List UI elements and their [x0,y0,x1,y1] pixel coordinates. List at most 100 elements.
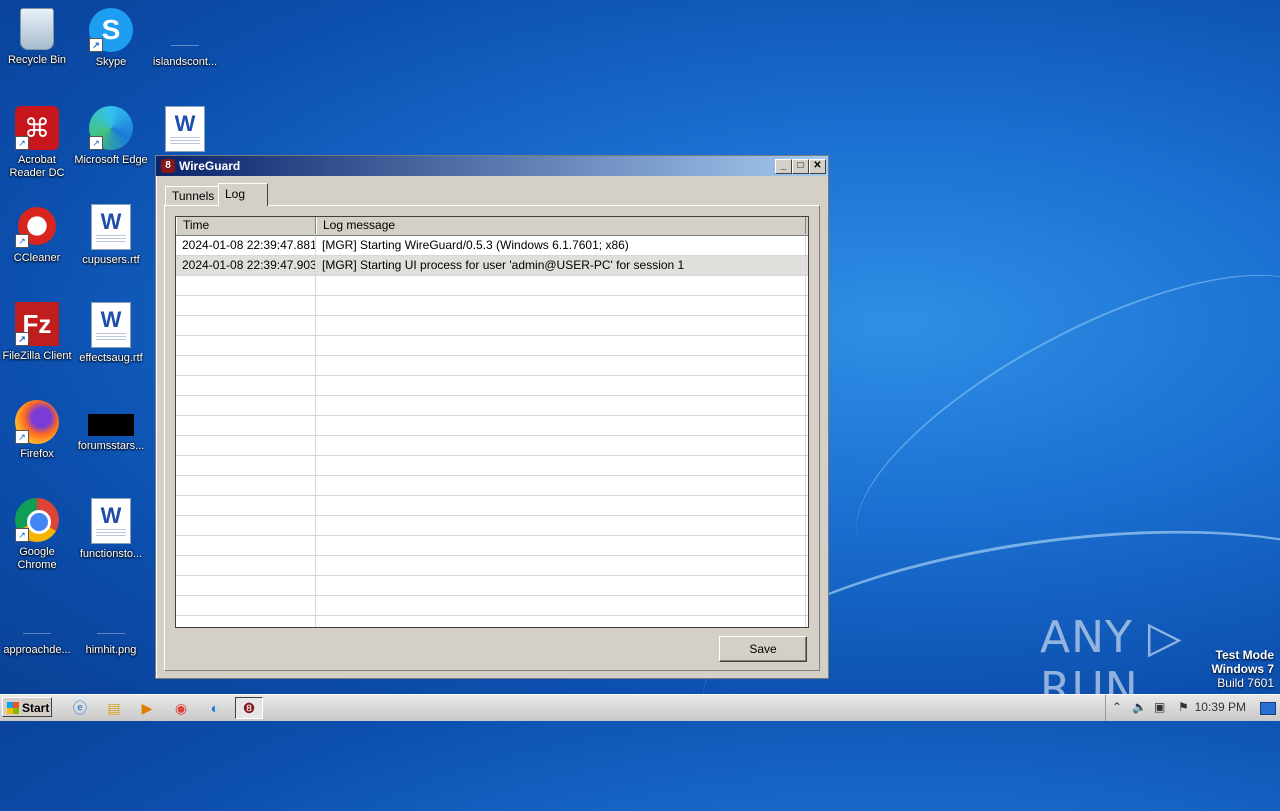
word-document-icon: W [165,106,205,152]
skype-icon: S ↗ [89,8,133,52]
maximize-button[interactable]: □ [792,159,809,174]
network-icon[interactable]: ▣ [1154,700,1165,714]
shortcut-arrow-icon: ↗ [15,332,29,346]
desktop-icon-label: Acrobat Reader DC [9,154,65,179]
acrobat-icon: ⌘ ↗ [15,106,59,150]
save-button[interactable]: Save [719,636,807,662]
desktop-icon-ccleaner[interactable]: ↗ CCleaner [0,204,74,265]
firefox-icon: ↗ [15,400,59,444]
desktop-icon-filezilla[interactable]: Fz ↗ FileZilla Client [0,302,74,363]
volume-icon[interactable]: 🔈 [1132,700,1147,714]
ccleaner-icon: ↗ [15,204,59,248]
empty-row [176,396,808,416]
desktop-icon-label: effectsaug.rtf [79,352,143,364]
column-header-log-message[interactable]: Log message [316,217,806,234]
log-time-cell: 2024-01-08 22:39:47.881 [176,236,316,255]
desktop-icon-label: Google Chrome [17,546,57,571]
log-list[interactable]: Time Log message 2024-01-08 22:39:47.881… [175,216,809,628]
tray-expand-icon[interactable]: ⌃ [1112,700,1122,714]
blank-file-icon [15,596,59,640]
empty-row [176,616,808,627]
clock[interactable]: 10:39 PM [1195,700,1246,714]
start-button[interactable]: Start [2,697,52,717]
chrome-icon: ↗ [15,498,59,542]
taskbar: Start ⓔ ▤ ▶ ◉ ◐ ❽ ⌃ 🔈 ▣ ⚑ 10:39 PM [0,694,1280,721]
tab-tunnels[interactable]: Tunnels [165,186,221,206]
empty-row [176,416,808,436]
wireguard-taskbar-icon[interactable]: ❽ [235,697,263,719]
wireguard-icon: 8 [161,159,175,173]
desktop-icon-islandscont[interactable]: islandscont... [148,8,222,69]
column-header-time[interactable]: Time [176,217,316,234]
windows-version-line: Windows 7 [1211,662,1274,676]
desktop-icon-label: approachde... [3,644,71,656]
desktop-icon-label: Recycle Bin [7,54,67,66]
desktop-icon-label: forumsstars... [77,440,145,452]
desktop-icon-edge[interactable]: ↗ Microsoft Edge [74,106,148,167]
shortcut-arrow-icon: ↗ [89,38,103,52]
empty-row [176,456,808,476]
empty-row [176,436,808,456]
file-explorer-icon[interactable]: ▤ [104,698,124,718]
system-tray: ⌃ 🔈 ▣ ⚑ 10:39 PM [1105,695,1280,721]
word-document-icon: W [91,302,131,348]
filezilla-icon: Fz ↗ [15,302,59,346]
desktop-icon-skype[interactable]: S ↗ Skype [74,8,148,69]
log-time-cell: 2024-01-08 22:39:47.903 [176,256,316,275]
word-document-icon: W [91,204,131,250]
empty-row [176,296,808,316]
desktop-icon-functionsto[interactable]: W functionsto... [74,498,148,561]
title-bar[interactable]: 8 WireGuard _ □ ✕ [156,156,828,176]
empty-row [176,316,808,336]
edge-taskbar-icon[interactable]: ◐ [205,698,225,718]
close-button[interactable]: ✕ [809,159,826,174]
empty-row [176,556,808,576]
desktop-icon-label: islandscont... [152,56,218,68]
desktop-icon-label: Microsoft Edge [74,154,148,166]
desktop-icon-effectsaug[interactable]: W effectsaug.rtf [74,302,148,365]
word-document-icon: W [91,498,131,544]
empty-row [176,516,808,536]
empty-row [176,336,808,356]
internet-explorer-icon[interactable]: ⓔ [70,698,90,718]
table-row[interactable]: 2024-01-08 22:39:47.903 [MGR] Starting U… [176,256,808,276]
blank-file-icon [89,596,133,640]
window-title: WireGuard [179,159,241,173]
empty-row [176,356,808,376]
desktop-icon-firefox[interactable]: ↗ Firefox [0,400,74,461]
desktop-icon-label: cupusers.rtf [82,254,140,266]
tab-log[interactable]: Log [218,183,268,206]
shortcut-arrow-icon: ↗ [15,528,29,542]
empty-row [176,576,808,596]
desktop-icon-cupusers[interactable]: W cupusers.rtf [74,204,148,267]
shortcut-arrow-icon: ↗ [15,430,29,444]
build-line: Build 7601 [1217,676,1274,690]
desktop-icon-recycle-bin[interactable]: Recycle Bin [0,8,74,67]
empty-row [176,536,808,556]
show-desktop-icon[interactable] [1260,702,1276,715]
desktop-icon-label: Skype [95,56,127,68]
log-list-header: Time Log message [176,217,808,236]
minimize-button[interactable]: _ [775,159,792,174]
recycle-bin-icon [20,8,54,50]
action-center-flag-icon[interactable]: ⚑ [1178,700,1189,714]
windows-logo-icon [7,702,19,714]
chrome-taskbar-icon[interactable]: ◉ [171,698,191,718]
desktop-icon-word-doc[interactable]: W [148,106,222,156]
desktop-icon-label: Firefox [20,448,54,460]
empty-row [176,596,808,616]
desktop-icon-forumsstars[interactable]: forumsstars... [74,400,148,453]
shortcut-arrow-icon: ↗ [15,136,29,150]
start-label: Start [22,701,50,715]
shortcut-arrow-icon: ↗ [15,234,29,248]
empty-row [176,496,808,516]
log-message-cell: [MGR] Starting UI process for user 'admi… [316,256,806,275]
table-row[interactable]: 2024-01-08 22:39:47.881 [MGR] Starting W… [176,236,808,256]
empty-row [176,276,808,296]
desktop-icon-himhit[interactable]: himhit.png [74,596,148,657]
log-message-cell: [MGR] Starting WireGuard/0.5.3 (Windows … [316,236,806,255]
media-player-icon[interactable]: ▶ [137,698,157,718]
desktop-icon-approachde[interactable]: approachde... [0,596,74,657]
desktop-icon-acrobat[interactable]: ⌘ ↗ Acrobat Reader DC [0,106,74,180]
desktop-icon-chrome[interactable]: ↗ Google Chrome [0,498,74,572]
